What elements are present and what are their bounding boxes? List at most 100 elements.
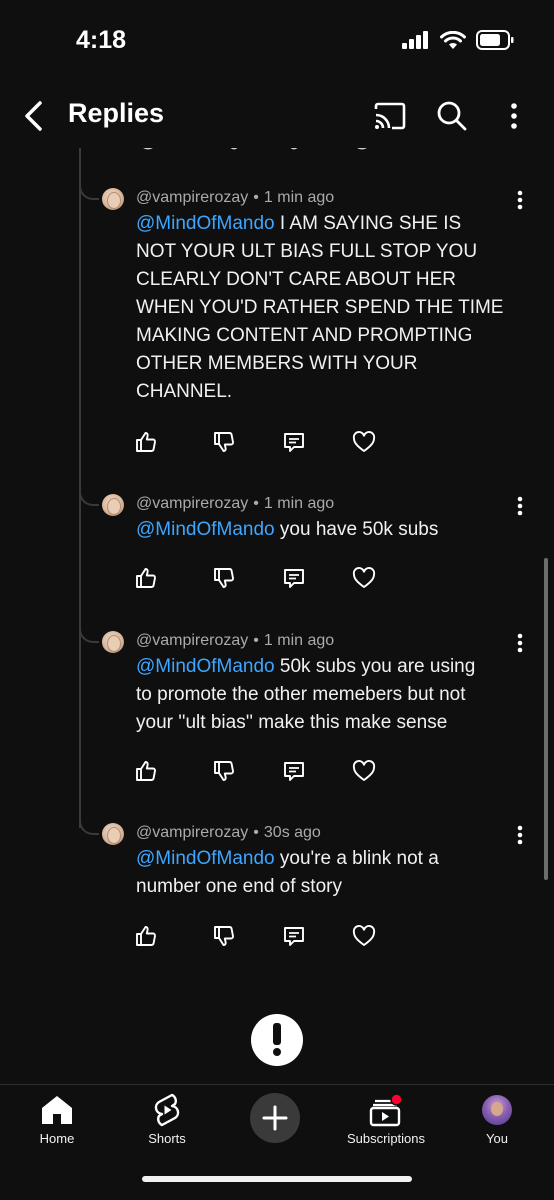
page-title: Replies <box>68 98 165 128</box>
avatar[interactable] <box>102 823 124 845</box>
author-name[interactable]: @vampirerozay <box>136 495 248 512</box>
thread-connector <box>79 617 99 643</box>
clipped-previous-text <box>143 148 367 150</box>
like-button[interactable] <box>130 755 162 787</box>
heart-button[interactable] <box>348 562 380 594</box>
nav-you[interactable]: You <box>442 1093 552 1149</box>
like-button[interactable] <box>130 562 162 594</box>
like-icon <box>136 432 156 452</box>
thread-connector <box>79 809 99 835</box>
reply-time: 1 min ago <box>263 495 335 512</box>
back-arrow-icon <box>25 101 42 131</box>
nav-you-label: You <box>486 1131 508 1146</box>
reply-icon <box>284 927 304 946</box>
cast-icon <box>374 102 406 130</box>
reply-actions <box>130 920 390 952</box>
avatar[interactable] <box>102 631 124 653</box>
battery-icon <box>476 30 514 50</box>
reply-icon <box>284 569 304 588</box>
reply-time: 1 min ago <box>263 189 335 206</box>
reply-meta: @vampirerozay • 1 min ago <box>136 632 335 649</box>
reply-more-button[interactable] <box>508 823 532 847</box>
heart-button[interactable] <box>348 426 380 458</box>
scrollbar[interactable] <box>544 558 548 880</box>
wifi-icon <box>440 30 466 49</box>
avatar[interactable] <box>102 188 124 210</box>
header-more-button[interactable] <box>494 96 534 136</box>
reply-more-button[interactable] <box>508 494 532 518</box>
author-name[interactable]: @vampirerozay <box>136 824 248 841</box>
reply-more-button[interactable] <box>508 188 532 212</box>
nav-shorts-label: Shorts <box>148 1131 186 1146</box>
nav-home[interactable]: Home <box>2 1093 112 1149</box>
reply-meta: @vampirerozay • 30s ago <box>136 824 321 841</box>
avatar[interactable] <box>102 494 124 516</box>
reply-actions <box>130 562 390 594</box>
like-icon <box>136 568 156 588</box>
reply-actions <box>130 426 390 458</box>
reply-button[interactable] <box>278 755 310 787</box>
reply-text: @MindOfMando 50k subs you are using to p… <box>136 656 476 733</box>
mention-link[interactable]: @MindOfMando <box>136 656 275 677</box>
reply-time: 1 min ago <box>263 632 335 649</box>
cast-button[interactable] <box>370 96 410 136</box>
more-vertical-icon <box>517 825 523 845</box>
dislike-icon <box>214 761 234 781</box>
status-bar: 4:18 <box>0 0 554 84</box>
reply-time: 30s ago <box>263 824 321 841</box>
thread-connector <box>79 480 99 506</box>
reply-text: @MindOfMando I AM SAYING SHE IS NOT YOUR… <box>136 213 504 402</box>
you-avatar <box>482 1095 512 1125</box>
subscriptions-icon <box>369 1093 403 1127</box>
thread-connector <box>79 174 99 200</box>
dislike-icon <box>214 926 234 946</box>
heart-icon <box>352 431 376 452</box>
like-button[interactable] <box>130 426 162 458</box>
more-vertical-icon <box>517 496 523 516</box>
reply-icon <box>284 433 304 452</box>
plus-icon <box>262 1105 288 1131</box>
heart-icon <box>352 567 376 588</box>
heart-button[interactable] <box>348 755 380 787</box>
reply-more-button[interactable] <box>508 631 532 655</box>
bottom-nav: Home Shorts Subscriptions You <box>0 1084 554 1200</box>
heart-icon <box>352 760 376 781</box>
dislike-icon <box>214 432 234 452</box>
replies-list[interactable]: @vampirerozay • 1 min ago @MindOfMando I A… <box>0 148 554 1084</box>
heart-icon <box>352 925 376 946</box>
more-vertical-icon <box>517 190 523 210</box>
mention-link[interactable]: @MindOfMando <box>136 519 275 540</box>
like-icon <box>136 761 156 781</box>
home-indicator <box>142 1176 412 1182</box>
more-vertical-icon <box>517 633 523 653</box>
reply-button[interactable] <box>278 920 310 952</box>
dislike-button[interactable] <box>208 755 240 787</box>
reply-meta: @vampirerozay • 1 min ago <box>136 495 335 512</box>
back-button[interactable] <box>16 96 52 136</box>
like-button[interactable] <box>130 920 162 952</box>
reply-actions <box>130 755 390 787</box>
reply-text: @MindOfMando you're a blink not a number… <box>136 848 439 897</box>
search-button[interactable] <box>432 96 472 136</box>
dislike-button[interactable] <box>208 920 240 952</box>
more-vertical-icon <box>511 103 517 129</box>
create-button[interactable] <box>250 1093 300 1143</box>
alert-icon <box>251 1014 303 1066</box>
dislike-button[interactable] <box>208 562 240 594</box>
nav-subscriptions[interactable]: Subscriptions <box>331 1093 441 1149</box>
dislike-icon <box>214 568 234 588</box>
nav-shorts[interactable]: Shorts <box>112 1093 222 1149</box>
mention-link[interactable]: @MindOfMando <box>136 848 275 869</box>
reply-text: @MindOfMando you have 50k subs <box>136 519 439 540</box>
dislike-button[interactable] <box>208 426 240 458</box>
author-name[interactable]: @vampirerozay <box>136 189 248 206</box>
reply-button[interactable] <box>278 426 310 458</box>
mention-link[interactable]: @MindOfMando <box>136 213 275 234</box>
status-time: 4:18 <box>76 26 127 54</box>
reply-button[interactable] <box>278 562 310 594</box>
nav-home-label: Home <box>39 1131 75 1146</box>
author-name[interactable]: @vampirerozay <box>136 632 248 649</box>
status-icons <box>402 30 514 50</box>
heart-button[interactable] <box>348 920 380 952</box>
search-icon <box>437 101 467 131</box>
